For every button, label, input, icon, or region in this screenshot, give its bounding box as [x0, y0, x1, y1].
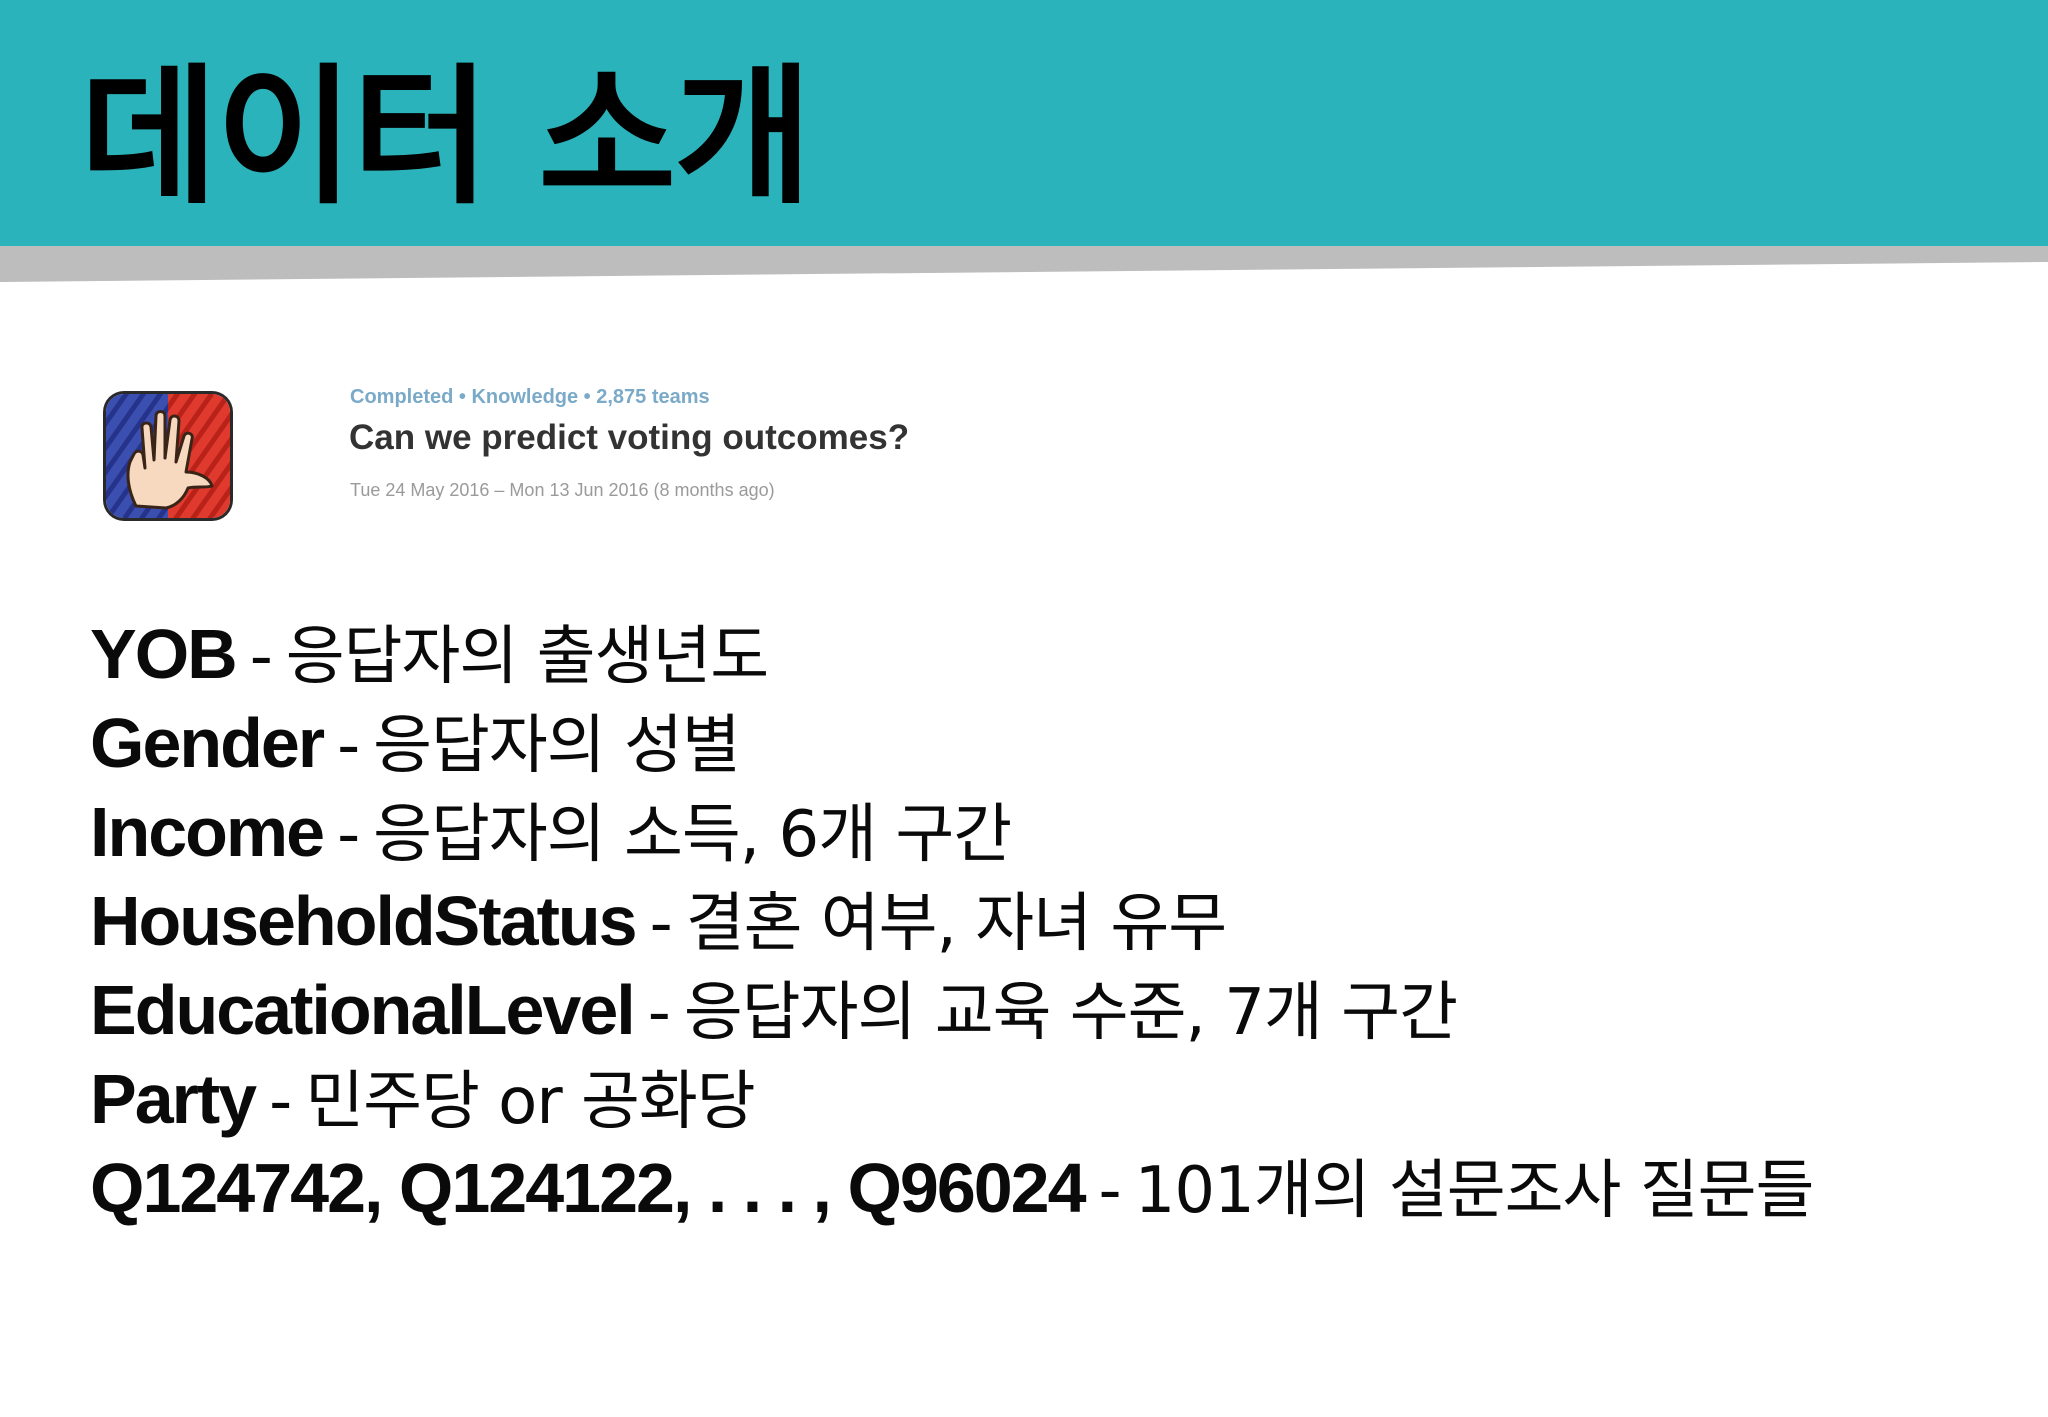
- list-item: Party - 민주당 or 공화당: [90, 1055, 1970, 1144]
- variable-list: YOB - 응답자의 출생년도 Gender - 응답자의 성별 Income - 응답자의…: [90, 610, 1970, 1236]
- variable-name: Gender: [90, 704, 325, 782]
- separator: -: [647, 976, 671, 1050]
- variable-description: 응답자의 출생년도: [285, 620, 769, 694]
- competition-dates: Tue 24 May 2016 – Mon 13 Jun 2016 (8 mon…: [350, 480, 775, 500]
- competition-card: Completed • Knowledge • 2,875 teams Can …: [100, 380, 1000, 530]
- competition-title[interactable]: Can we predict voting outcomes?: [349, 418, 909, 458]
- variable-name: Q124742, Q124122, . . . , Q96024: [90, 1149, 1087, 1227]
- variable-name: Income: [90, 793, 325, 871]
- raised-hand-flag-icon: [106, 394, 230, 518]
- list-item: HouseholdStatus - 결혼 여부, 자녀 유무: [90, 877, 1970, 966]
- variable-description: 응답자의 성별: [373, 709, 741, 783]
- variable-name: Party: [90, 1060, 257, 1138]
- variable-description: 101개의 설문조사 질문들: [1134, 1154, 1815, 1228]
- competition-meta: Completed • Knowledge • 2,875 teams: [350, 386, 710, 408]
- list-item: EducationalLevel - 응답자의 교육 수준, 7개 구간: [90, 966, 1970, 1055]
- variable-description: 응답자의 교육 수준, 7개 구간: [683, 976, 1458, 1050]
- variable-description: 결혼 여부, 자녀 유무: [685, 887, 1227, 961]
- variable-name: YOB: [90, 615, 238, 693]
- separator: -: [337, 709, 360, 783]
- variable-name: HouseholdStatus: [90, 882, 638, 960]
- list-item: Gender - 응답자의 성별: [90, 699, 1970, 788]
- slide-title: 데이터 소개: [80, 51, 812, 225]
- separator: -: [649, 887, 673, 961]
- list-item: Income - 응답자의 소득, 6개 구간: [90, 788, 1970, 877]
- separator: -: [249, 620, 273, 694]
- separator: -: [269, 1065, 292, 1139]
- separator: -: [337, 798, 360, 872]
- list-item: Q124742, Q124122, . . . , Q96024-101개의 설…: [90, 1144, 1890, 1236]
- list-item: YOB - 응답자의 출생년도: [90, 610, 1970, 699]
- separator: -: [1098, 1154, 1122, 1228]
- variable-description: 응답자의 소득, 6개 구간: [373, 798, 1012, 872]
- variable-name: EducationalLevel: [90, 971, 636, 1049]
- variable-description: 민주당 or 공화당: [305, 1065, 755, 1139]
